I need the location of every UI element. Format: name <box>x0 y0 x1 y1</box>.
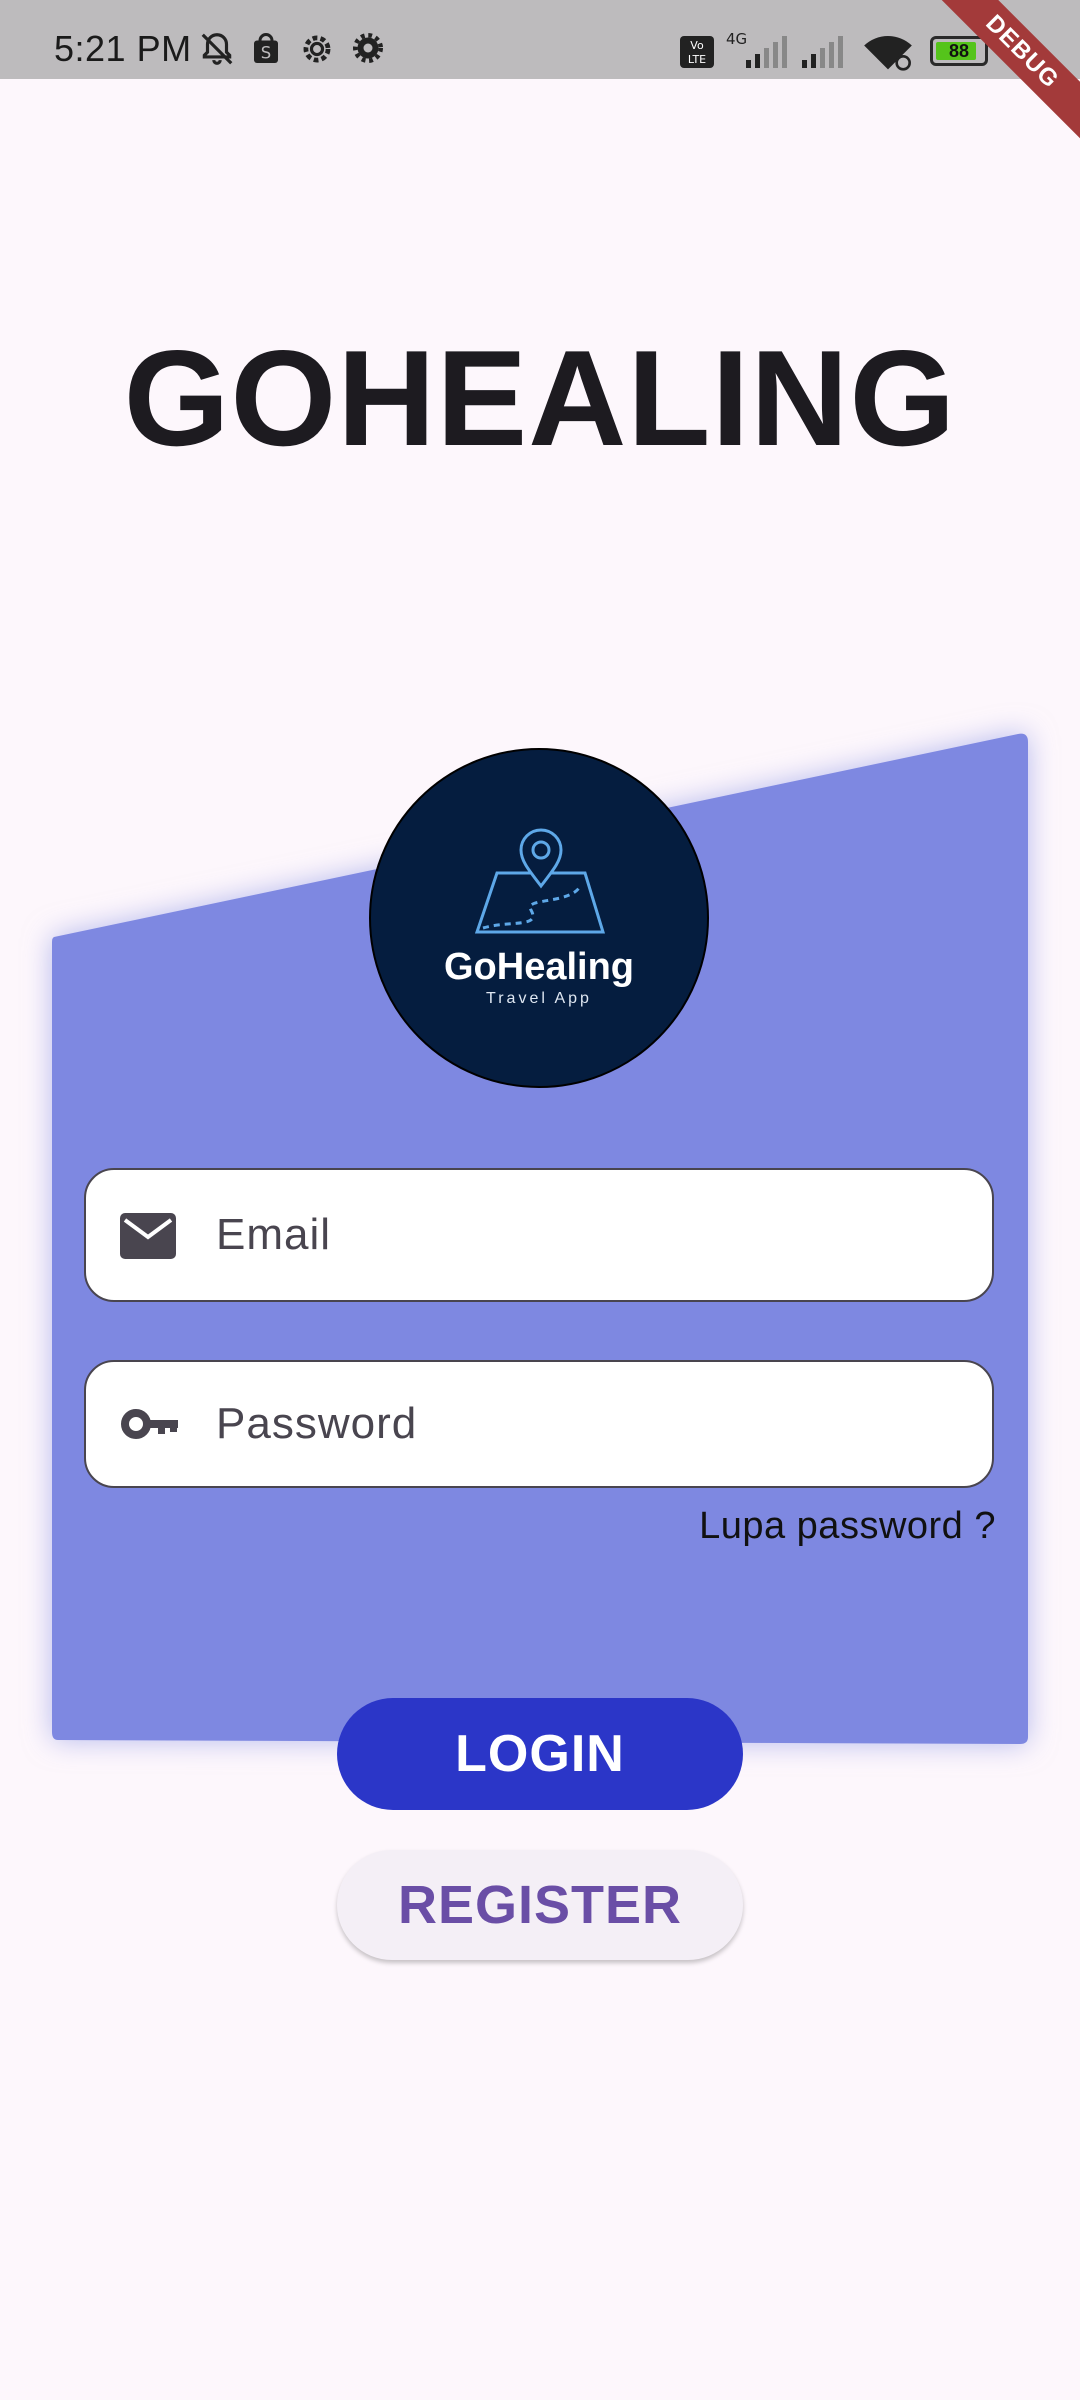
battery-percent: 88 <box>948 41 970 61</box>
signal-4g-icon: 4G <box>726 30 794 75</box>
mail-icon <box>120 1213 176 1264</box>
map-pin-icon <box>474 828 606 934</box>
notifications-off-icon <box>198 30 236 73</box>
debug-banner: DEBUG <box>923 0 1080 151</box>
logo-name: GoHealing <box>443 946 635 988</box>
key-icon <box>120 1404 180 1449</box>
logo-tagline: Travel App <box>486 990 592 1007</box>
shop-icon: S <box>248 30 284 71</box>
status-time: 5:21 PM <box>54 28 192 69</box>
svg-text:S: S <box>261 44 271 63</box>
svg-text:4G: 4G <box>726 30 747 48</box>
email-input[interactable] <box>216 1170 956 1300</box>
forgot-password-link[interactable]: Lupa password ? <box>699 1505 996 1548</box>
app-title: GOHEALING <box>123 322 957 474</box>
login-button[interactable]: LOGIN <box>337 1698 743 1810</box>
svg-text:Vo: Vo <box>690 39 704 52</box>
signal-icon <box>800 30 852 75</box>
wifi-icon <box>862 32 914 77</box>
settings-icon <box>350 30 386 71</box>
volte-icon: Vo LTE <box>680 36 714 73</box>
email-field[interactable] <box>84 1168 994 1302</box>
register-button[interactable]: REGISTER <box>337 1850 743 1960</box>
settings-alt-icon <box>298 30 336 73</box>
password-field[interactable] <box>84 1360 994 1488</box>
svg-text:LTE: LTE <box>688 53 706 66</box>
password-input[interactable] <box>216 1362 956 1486</box>
app-logo: GoHealing Travel App <box>369 748 709 1088</box>
status-bar: 5:21 PM S Vo LTE 4G 88 DEBUG <box>0 0 1080 151</box>
battery-indicator: 88 <box>930 36 988 66</box>
